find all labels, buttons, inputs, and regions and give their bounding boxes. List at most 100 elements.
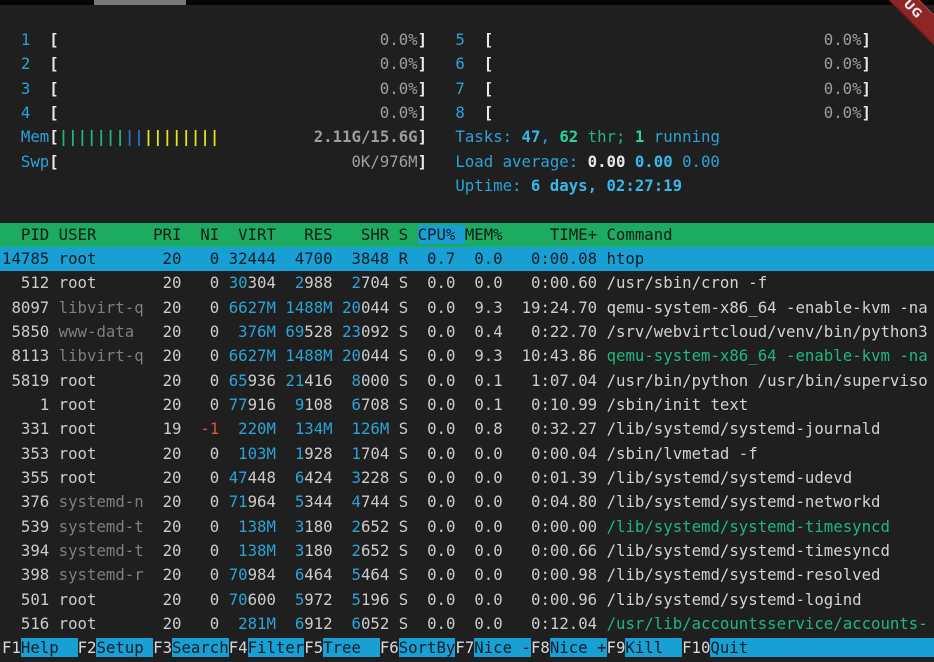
process-row[interactable]: 398 systemd-r 20 0 70984 6464 5464 S 0.0… <box>0 563 934 587</box>
fkey-label-help[interactable]: Help <box>21 638 78 657</box>
user-cell: root <box>59 273 153 292</box>
state-cell: S <box>389 468 417 487</box>
fkey-f4[interactable]: F4 <box>229 638 248 657</box>
fkey-f8[interactable]: F8 <box>531 638 550 657</box>
fkey-f6[interactable]: F6 <box>380 638 399 657</box>
process-row[interactable]: 5819 root 20 0 65936 21416 8000 S 0.0 0.… <box>0 369 934 393</box>
mem-size-value: 3 <box>342 468 361 487</box>
command-cell: /lib/systemd/systemd-udevd <box>607 468 853 487</box>
cpu-meter-value: 0.0% <box>493 30 861 49</box>
state-cell: S <box>389 541 417 560</box>
meter-close-bracket: ] <box>862 103 871 122</box>
meter-open-bracket: [ <box>49 54 58 73</box>
state-cell: S <box>389 371 417 390</box>
process-row[interactable]: 516 root 20 0 281M 6912 6052 S 0.0 0.0 0… <box>0 612 934 636</box>
cpu-meter-number: 3 <box>21 79 30 98</box>
running-count: 1 <box>635 127 644 146</box>
time-cell: 0:01.39 <box>512 468 606 487</box>
meter-close-bracket: ] <box>862 30 871 49</box>
process-row[interactable]: 394 systemd-t 20 0 138M 3180 2652 S 0.0 … <box>0 539 934 563</box>
mem-size-value: 134M <box>285 419 332 438</box>
mem-size-value: 8 <box>342 371 361 390</box>
table-header-row[interactable]: PID USER PRI NI VIRT RES SHR S CPU% MEM%… <box>0 223 934 247</box>
process-row[interactable]: 1 root 20 0 77916 9108 6708 S 0.0 0.1 0:… <box>0 393 934 417</box>
time-cell: 0:00.60 <box>512 273 606 292</box>
mem-size-value: 2 <box>285 273 304 292</box>
ni-cell: 0 <box>191 590 219 609</box>
mem-cell: 0.0 <box>465 444 512 463</box>
pri-cell: 20 <box>153 371 191 390</box>
fkey-f7[interactable]: F7 <box>455 638 474 657</box>
fkey-label-search[interactable]: Search <box>172 638 229 657</box>
mem-size-value: 65 <box>229 371 248 390</box>
fkey-f10[interactable]: F10 <box>682 638 710 657</box>
cpu-meter-value: 0.0% <box>493 79 861 98</box>
process-row[interactable]: 353 root 20 0 103M 1928 1704 S 0.0 0.0 0… <box>0 442 934 466</box>
command-cell: /lib/systemd/systemd-logind <box>607 590 862 609</box>
process-row[interactable]: 376 systemd-n 20 0 71964 5344 4744 S 0.0… <box>0 490 934 514</box>
fkey-label-tree[interactable]: Tree <box>323 638 380 657</box>
fkey-f2[interactable]: F2 <box>78 638 97 657</box>
fkey-label-sortby[interactable]: SortBy <box>399 638 456 657</box>
time-cell: 0:00.00 <box>512 517 606 536</box>
cpu-cell: 0.0 <box>418 346 465 365</box>
mem-size-value: 6 <box>285 565 304 584</box>
mem-size-value: 4 <box>342 492 361 511</box>
state-cell: S <box>389 614 417 633</box>
fkey-f9[interactable]: F9 <box>607 638 626 657</box>
process-row[interactable]: 539 systemd-t 20 0 138M 3180 2652 S 0.0 … <box>0 515 934 539</box>
mem-size-value: 1 <box>342 444 361 463</box>
fkey-f1[interactable]: F1 <box>2 638 21 657</box>
pid-cell: 355 <box>2 468 59 487</box>
mem-size-value: 1488M <box>285 298 332 317</box>
pri-cell: 20 <box>153 541 191 560</box>
mem-size-value: 9 <box>285 395 304 414</box>
cpu-meter-row: 3 [ 0.0%] 7 [ 0.0%] <box>0 77 934 101</box>
load-1min: 0.00 <box>588 152 626 171</box>
fkey-f5[interactable]: F5 <box>304 638 323 657</box>
time-cell: 19:24.70 <box>512 298 606 317</box>
meter-close-bracket: ] <box>418 152 427 171</box>
process-row-selected[interactable]: 14785 root 20 0 32444 4700 3848 R 0.7 0.… <box>0 247 934 271</box>
cpu-meter-number: 1 <box>21 30 30 49</box>
mem-cell: 0.0 <box>465 590 512 609</box>
cpu-meter-value: 0.0% <box>59 103 418 122</box>
fkey-label-nice-[interactable]: Nice + <box>550 638 607 657</box>
mem-cell: 0.0 <box>465 541 512 560</box>
command-cell: /sbin/init text <box>607 395 749 414</box>
mem-size-value: 376M <box>229 322 276 341</box>
ni-cell: 0 <box>191 346 219 365</box>
pri-cell: 20 <box>153 298 191 317</box>
ni-cell: 0 <box>191 614 219 633</box>
process-row[interactable]: 5850 www-data 20 0 376M 69528 23092 S 0.… <box>0 320 934 344</box>
cpu-cell: 0.0 <box>418 517 465 536</box>
fkey-label-setup[interactable]: Setup <box>96 638 153 657</box>
fkey-label-kill[interactable]: Kill <box>625 638 682 657</box>
load-average-label: Load average: <box>455 152 587 171</box>
pri-cell: 20 <box>153 273 191 292</box>
fkey-label-filter[interactable]: Filter <box>248 638 305 657</box>
fkey-f3[interactable]: F3 <box>153 638 172 657</box>
process-row[interactable]: 512 root 20 0 30304 2988 2704 S 0.0 0.0 … <box>0 271 934 295</box>
sort-column-header[interactable]: CPU% <box>418 225 465 244</box>
cpu-meter-number: 2 <box>21 54 30 73</box>
mem-cell: 0.0 <box>465 492 512 511</box>
fkey-label-nice-[interactable]: Nice - <box>474 638 531 657</box>
state-cell: S <box>389 419 417 438</box>
process-row[interactable]: 8113 libvirt-q 20 0 6627M 1488M 20044 S … <box>0 344 934 368</box>
thr-label: thr; <box>578 127 635 146</box>
process-row[interactable]: 501 root 20 0 70600 5972 5196 S 0.0 0.0 … <box>0 588 934 612</box>
fkey-label-quit[interactable]: Quit <box>710 638 934 657</box>
process-row[interactable]: 8097 libvirt-q 20 0 6627M 1488M 20044 S … <box>0 296 934 320</box>
mem-cell: 0.0 <box>465 468 512 487</box>
mem-size-value: 6 <box>342 395 361 414</box>
table-header-cells: MEM% TIME+ Command <box>465 225 673 244</box>
process-row[interactable]: 355 root 20 0 47448 6424 3228 S 0.0 0.0 … <box>0 466 934 490</box>
time-cell: 0:22.70 <box>512 322 606 341</box>
meter-open-bracket: [ <box>484 54 493 73</box>
command-cell: qemu-system-x86_64 -enable-kvm -na <box>607 298 928 317</box>
cpu-meter-number: 7 <box>455 79 464 98</box>
mem-size-value: 5 <box>342 565 361 584</box>
process-row[interactable]: 331 root 19 -1 220M 134M 126M S 0.0 0.8 … <box>0 417 934 441</box>
meter-close-bracket: ] <box>862 79 871 98</box>
